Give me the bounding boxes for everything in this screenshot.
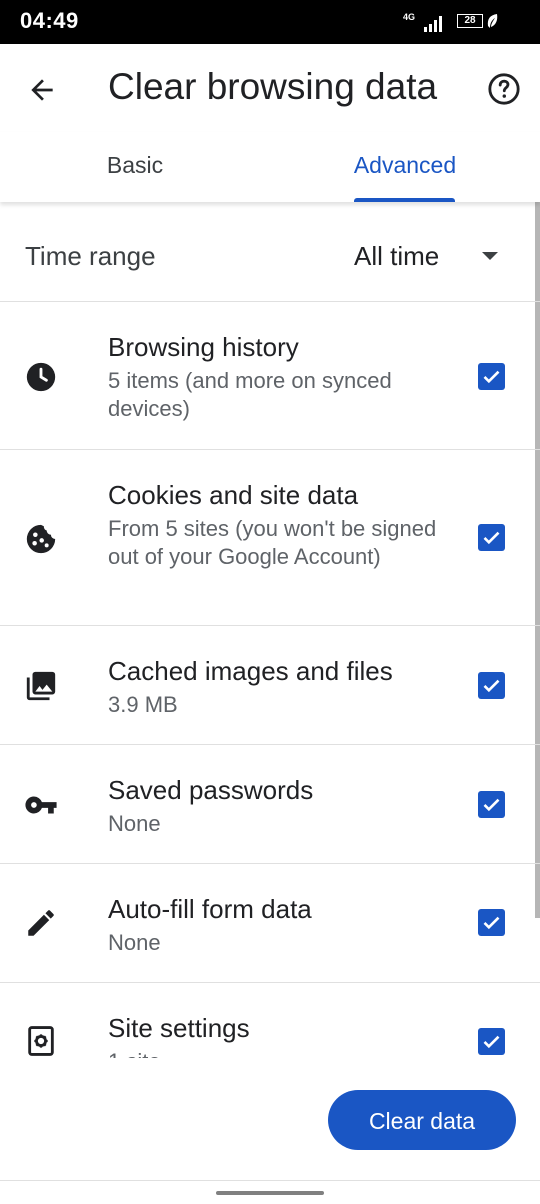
- checkbox-autofill[interactable]: [478, 909, 505, 936]
- list-item-site-settings[interactable]: Site settings 1 site: [0, 983, 540, 1058]
- cookie-icon: [26, 524, 56, 554]
- checkmark-icon: [483, 798, 500, 812]
- list-item-cached-images[interactable]: Cached images and files 3.9 MB: [0, 626, 540, 745]
- help-circle-icon[interactable]: [487, 72, 521, 106]
- checkbox-cookies[interactable]: [478, 524, 505, 551]
- signal-icon: [424, 16, 444, 32]
- key-icon: [25, 796, 57, 814]
- time-range-value[interactable]: All time: [354, 241, 439, 272]
- item-description: None: [108, 811, 161, 836]
- network-type: 4G: [403, 12, 416, 22]
- arrow-back-icon[interactable]: [26, 74, 58, 106]
- item-title: Cached images and files: [108, 656, 393, 686]
- checkmark-icon: [483, 370, 500, 384]
- gesture-nav-bar[interactable]: [216, 1191, 324, 1195]
- bottom-action-bar: Clear data: [0, 1058, 540, 1204]
- checkbox-saved-passwords[interactable]: [478, 791, 505, 818]
- status-bar: 04:49 4G 28: [0, 0, 540, 44]
- checkmark-icon: [483, 679, 500, 693]
- app-bar: Clear browsing data: [0, 44, 540, 132]
- item-title: Site settings: [108, 1013, 250, 1043]
- pencil-icon: [28, 910, 54, 936]
- time-range-label: Time range: [25, 241, 156, 271]
- checkbox-cached-images[interactable]: [478, 672, 505, 699]
- divider: [0, 1180, 540, 1181]
- item-title: Browsing history: [108, 332, 299, 362]
- item-description: From 5 sites (you won't be signed out of…: [108, 516, 437, 569]
- site-settings-icon: [28, 1026, 54, 1056]
- checkbox-browsing-history[interactable]: [478, 363, 505, 390]
- item-description: None: [108, 930, 161, 955]
- tab-indicator: [354, 198, 455, 202]
- clock-icon: [26, 362, 56, 392]
- list-item-cookies[interactable]: Cookies and site data From 5 sites (you …: [0, 450, 540, 626]
- tab-basic[interactable]: Basic: [0, 132, 270, 202]
- time-range-selector[interactable]: Time range All time: [0, 202, 540, 302]
- image-icon: [26, 671, 56, 701]
- tab-bar: Basic Advanced: [0, 132, 540, 202]
- item-description: 1 site: [108, 1048, 448, 1058]
- item-title: Cookies and site data: [108, 480, 359, 510]
- list-item-saved-passwords[interactable]: Saved passwords None: [0, 745, 540, 864]
- battery-icon: 28: [457, 14, 483, 28]
- checkmark-icon: [483, 531, 500, 545]
- tab-advanced[interactable]: Advanced: [270, 132, 540, 202]
- item-description: 5 items (and more on synced devices): [108, 368, 392, 421]
- list-item-browsing-history[interactable]: Browsing history 5 items (and more on sy…: [0, 302, 540, 450]
- dropdown-arrow-icon[interactable]: [482, 252, 498, 260]
- leaf-icon: [487, 14, 498, 28]
- page-title: Clear browsing data: [108, 66, 438, 107]
- item-title: Auto-fill form data: [108, 894, 312, 924]
- checkbox-site-settings[interactable]: [478, 1028, 505, 1055]
- checkmark-icon: [483, 1035, 500, 1049]
- battery-level: 28: [464, 15, 476, 26]
- settings-list: Time range All time Browsing history 5 i…: [0, 202, 540, 1058]
- status-time: 04:49: [20, 8, 79, 33]
- item-title: Saved passwords: [108, 775, 314, 805]
- item-description: 3.9 MB: [108, 692, 178, 717]
- checkmark-icon: [483, 916, 500, 930]
- list-item-autofill[interactable]: Auto-fill form data None: [0, 864, 540, 983]
- clear-data-button[interactable]: Clear data: [328, 1090, 516, 1150]
